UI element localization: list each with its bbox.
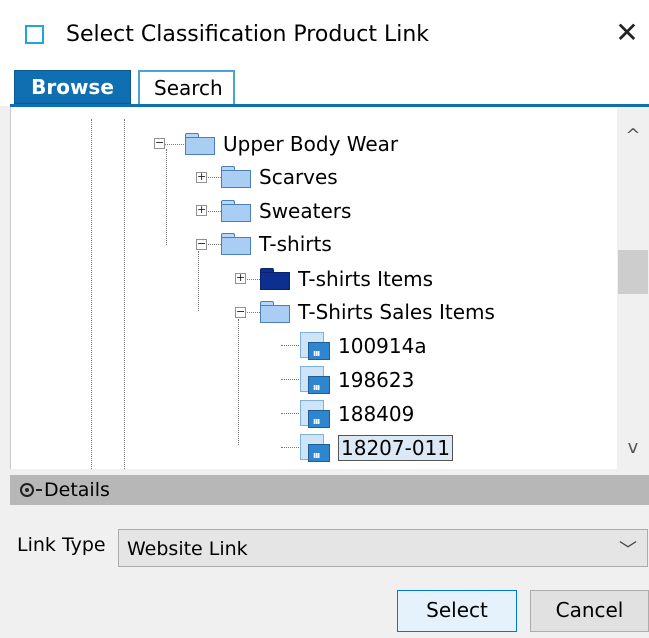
tree-node-product[interactable]: ııı 100914a — [300, 331, 427, 361]
folder-icon — [221, 166, 251, 188]
folder-icon — [260, 301, 290, 323]
folder-icon — [221, 233, 251, 255]
tree-connector — [281, 413, 299, 414]
folder-dark-icon — [260, 268, 290, 290]
tree-panel[interactable]: − + + − + − Upper Body Wear Scarves Swea… — [10, 107, 649, 469]
tree-node-label: 198623 — [338, 368, 415, 392]
expand-circle-icon — [20, 483, 34, 497]
tree-connector — [206, 211, 221, 212]
collapse-toggle[interactable]: − — [154, 137, 165, 149]
title-bar: Select Classification Product Link ✕ — [0, 0, 649, 68]
collapse-toggle[interactable]: − — [235, 306, 246, 318]
tree-node-label: 18207-011 — [338, 435, 454, 461]
link-type-label: Link Type — [17, 534, 106, 556]
tab-strip: Browse Search — [0, 68, 649, 106]
tree-node-label: T-shirts Items — [298, 267, 434, 291]
tree-connector — [206, 244, 221, 245]
folder-icon — [221, 200, 251, 222]
tree-scrollbar[interactable]: ^ v — [617, 107, 649, 469]
tree-node-t-shirts-sales-items[interactable]: T-Shirts Sales Items — [260, 297, 495, 327]
tree-node-label: 188409 — [338, 402, 415, 426]
tree-node-t-shirts-items[interactable]: T-shirts Items — [260, 264, 433, 294]
tree-node-upper-body-wear[interactable]: Upper Body Wear — [185, 129, 398, 159]
window-icon — [25, 25, 44, 44]
expand-toggle[interactable]: + — [196, 204, 207, 216]
tab-browse[interactable]: Browse — [14, 70, 131, 104]
tree-connector — [164, 144, 184, 145]
product-icon: ııı — [300, 366, 330, 394]
chevron-down-icon: ﹀ — [619, 540, 637, 561]
collapse-toggle[interactable]: − — [196, 238, 207, 250]
tree-connector — [206, 177, 221, 178]
tree-node-label: Sweaters — [259, 199, 352, 223]
tree-node-scarves[interactable]: Scarves — [221, 162, 338, 192]
tree-node-product[interactable]: ııı 198623 — [300, 365, 414, 395]
select-button[interactable]: Select — [397, 590, 517, 632]
details-toggle[interactable]: Details — [0, 475, 110, 505]
tree-connector — [245, 279, 260, 280]
scroll-down-button[interactable]: v — [617, 437, 649, 467]
tree-node-label: T-shirts — [259, 232, 332, 256]
cancel-button[interactable]: Cancel — [530, 590, 649, 632]
tree-guide-line — [124, 119, 125, 469]
tree-connector — [281, 345, 299, 346]
tab-search[interactable]: Search — [138, 70, 235, 104]
link-type-select[interactable]: Website Link ﹀ — [118, 529, 648, 567]
tree-connector — [245, 312, 260, 313]
tree-guide-line — [91, 119, 92, 469]
details-label: Details — [44, 479, 110, 501]
close-button[interactable]: ✕ — [612, 16, 642, 50]
tree-node-product[interactable]: ııı 188409 — [300, 399, 414, 429]
window-title: Select Classification Product Link — [66, 22, 429, 47]
folder-icon — [185, 133, 215, 155]
tree-node-t-shirts[interactable]: T-shirts — [221, 229, 332, 259]
tree-guide-line — [166, 149, 167, 245]
scroll-up-button[interactable]: ^ — [617, 125, 649, 155]
product-icon: ııı — [300, 400, 330, 428]
tree-guide-line — [198, 251, 199, 311]
link-type-value: Website Link — [127, 538, 248, 560]
product-icon: ııı — [300, 434, 330, 462]
tree-guide-line — [238, 319, 239, 445]
tree-connector — [281, 379, 299, 380]
expand-dash-icon — [36, 489, 42, 491]
expand-toggle[interactable]: + — [235, 272, 246, 284]
expand-toggle[interactable]: + — [196, 171, 207, 183]
tree-node-sweaters[interactable]: Sweaters — [221, 196, 351, 226]
product-icon: ııı — [300, 332, 330, 360]
tree-connector — [281, 447, 299, 448]
scroll-thumb[interactable] — [618, 250, 648, 294]
tree-node-label: T-Shirts Sales Items — [298, 300, 495, 324]
tree-node-product-selected[interactable]: ııı 18207-011 — [300, 433, 454, 463]
tree-node-label: Upper Body Wear — [223, 132, 399, 156]
tree-node-label: 100914a — [338, 334, 427, 358]
tree-node-label: Scarves — [259, 165, 338, 189]
